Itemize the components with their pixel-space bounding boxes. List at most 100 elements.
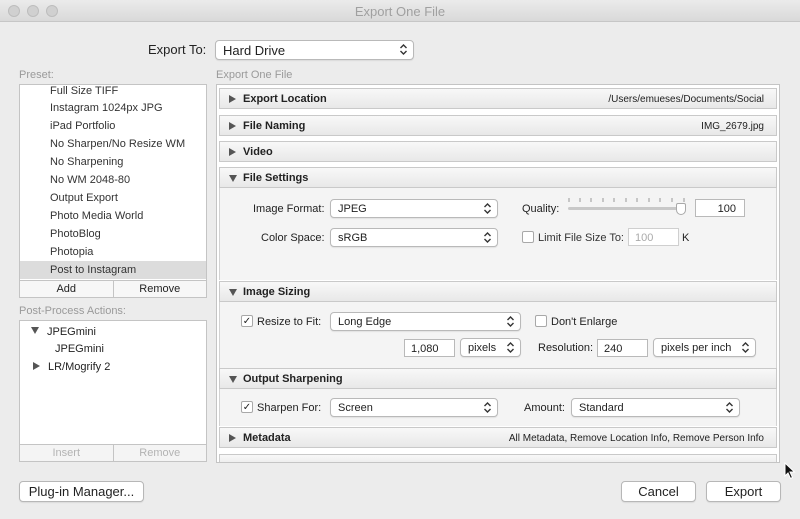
preset-item[interactable]: Instagram 1024px JPG [20,99,206,117]
size-unit-select[interactable]: pixels [460,338,521,357]
export-to-label: Export To: [148,42,207,57]
post-process-label: Post-Process Actions: [19,305,126,317]
disclosure-right-icon[interactable] [229,148,236,156]
resolution-unit-value: pixels per inch [661,342,732,354]
disclosure-right-icon[interactable] [229,122,236,130]
resize-mode-select[interactable]: Long Edge [330,312,521,331]
section-title: Image Sizing [243,286,311,298]
disclosure-right-icon[interactable] [229,434,236,442]
pp-item-mogrify-group[interactable]: LR/Mogrify 2 [33,361,110,373]
section-summary: IMG_2679.jpg [701,121,764,132]
plugin-manager-button[interactable]: Plug-in Manager... [19,481,144,502]
export-to-select[interactable]: Hard Drive [215,40,414,60]
video-header[interactable]: Video [219,141,777,162]
watermark-header-partial[interactable] [219,454,777,462]
preset-button-bar: Add Remove [20,280,206,297]
preset-item-selected[interactable]: Post to Instagram [20,261,206,279]
limit-file-size-label: Limit File Size To: [538,232,624,244]
color-space-label: Color Space: [261,232,325,244]
remove-action-button[interactable]: Remove [112,445,206,461]
pp-item-label: JPEGmini [47,326,96,338]
resize-to-fit-checkbox[interactable]: ✓ [241,315,253,327]
disclosure-right-icon[interactable] [33,362,40,370]
pp-item-jpegmini-group[interactable]: JPEGmini [31,326,96,338]
preset-list: Full Size TIFF Instagram 1024px JPG iPad… [19,84,207,298]
add-preset-button[interactable]: Add [20,281,113,297]
chevron-updown-icon [742,342,749,353]
preset-item[interactable]: iPad Portfolio [20,117,206,135]
resolution-unit-select[interactable]: pixels per inch [653,338,756,357]
section-summary: All Metadata, Remove Location Info, Remo… [508,433,764,444]
section-title: Output Sharpening [243,373,343,385]
image-format-select[interactable]: JPEG [330,199,498,218]
disclosure-down-icon[interactable] [229,289,237,296]
amount-label: Amount: [524,402,565,414]
section-title: Export Location [243,93,327,105]
amount-select[interactable]: Standard [571,398,740,417]
quality-input[interactable]: 100 [695,199,745,217]
main-section-label: Export One File [216,69,293,81]
disclosure-down-icon[interactable] [229,376,237,383]
section-title: Video [243,146,273,158]
limit-file-size-input[interactable]: 100 [628,228,679,246]
color-space-select[interactable]: sRGB [330,228,498,247]
preset-label: Preset: [19,69,54,81]
preset-item[interactable]: No Sharpening [20,153,206,171]
export-location-header[interactable]: Export Location /Users/emueses/Documents… [219,88,777,109]
remove-preset-button[interactable]: Remove [112,281,206,297]
chevron-updown-icon [484,402,491,413]
preset-item[interactable]: Output Export [20,189,206,207]
sharpen-for-checkbox[interactable]: ✓ [241,401,253,413]
preset-item[interactable]: PhotoBlog [20,225,206,243]
color-space-value: sRGB [338,232,368,244]
quality-slider-track[interactable] [568,207,686,210]
limit-file-size-checkbox[interactable] [522,231,534,243]
resize-mode-value: Long Edge [338,316,392,328]
preset-item[interactable]: No Sharpen/No Resize WM [20,135,206,153]
pp-item-label: LR/Mogrify 2 [48,361,111,373]
image-format-value: JPEG [338,203,367,215]
title-bar: Export One File [0,0,800,22]
sharpen-for-label: Sharpen For: [257,402,322,414]
section-title: File Naming [243,120,306,132]
post-process-list: JPEGmini JPEGmini LR/Mogrify 2 Insert Re… [19,320,207,462]
limit-file-size-unit: K [682,232,690,244]
size-input[interactable]: 1,080 [404,339,455,357]
export-button[interactable]: Export [706,481,781,502]
sharpen-for-select[interactable]: Screen [330,398,498,417]
chevron-updown-icon [726,402,733,413]
resolution-input[interactable]: 240 [597,339,648,357]
dont-enlarge-checkbox[interactable] [535,315,547,327]
chevron-updown-icon [400,44,407,55]
metadata-header[interactable]: Metadata All Metadata, Remove Location I… [219,427,777,448]
dont-enlarge-label: Don't Enlarge [551,316,618,328]
preset-item[interactable]: Photopia [20,243,206,261]
image-sizing-header[interactable]: Image Sizing [219,281,777,302]
output-sharpening-header[interactable]: Output Sharpening [219,368,777,389]
disclosure-down-icon[interactable] [31,327,39,334]
preset-item[interactable]: Full Size TIFF [20,85,206,99]
mouse-cursor-icon [784,462,796,480]
post-process-button-bar: Insert Remove [20,444,206,461]
chevron-updown-icon [507,342,514,353]
chevron-updown-icon [484,232,491,243]
section-summary: /Users/emueses/Documents/Social [608,94,764,105]
quality-label: Quality: [522,203,560,215]
disclosure-down-icon[interactable] [229,175,237,182]
insert-action-button[interactable]: Insert [20,445,113,461]
size-unit-value: pixels [468,342,497,354]
resolution-label: Resolution: [538,342,594,354]
sharpen-for-value: Screen [338,402,373,414]
image-format-label: Image Format: [253,203,325,215]
export-to-value: Hard Drive [223,43,286,58]
preset-item[interactable]: Photo Media World [20,207,206,225]
disclosure-right-icon[interactable] [229,95,236,103]
cancel-button[interactable]: Cancel [621,481,696,502]
section-title: Metadata [243,432,291,444]
pp-item-jpegmini[interactable]: JPEGmini [55,343,104,355]
file-settings-header[interactable]: File Settings [219,167,777,188]
amount-value: Standard [579,402,624,414]
quality-slider-thumb[interactable] [676,203,686,215]
preset-item[interactable]: No WM 2048-80 [20,171,206,189]
file-naming-header[interactable]: File Naming IMG_2679.jpg [219,115,777,136]
